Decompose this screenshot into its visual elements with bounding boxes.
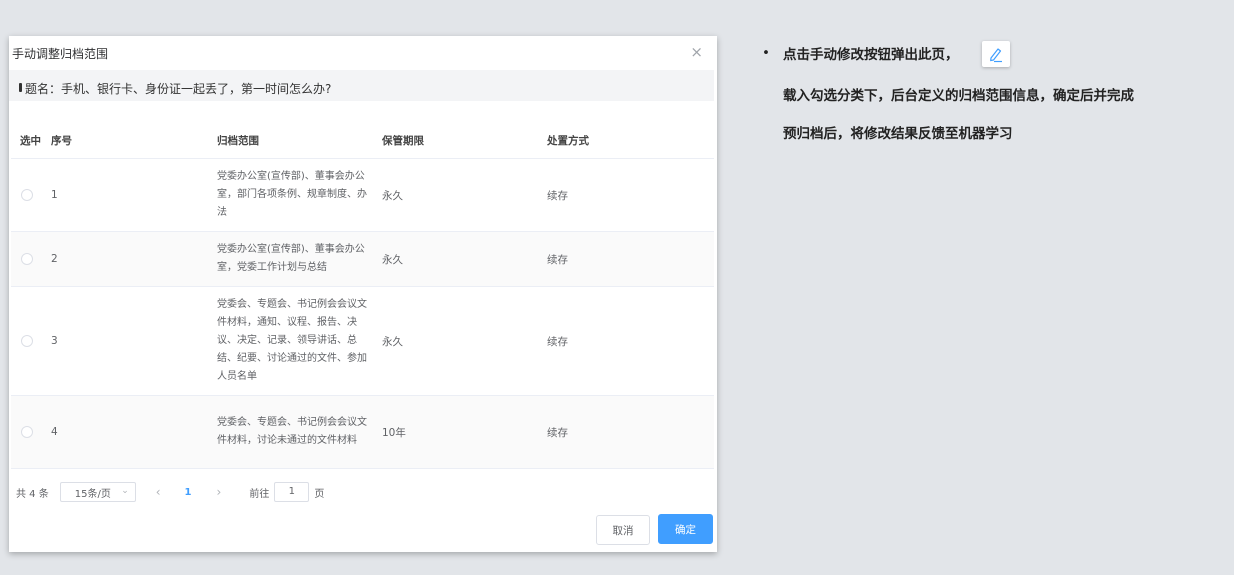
topic-text: 题名：手机、银行卡、身份证一起丢了，第一时间怎么办? bbox=[25, 82, 332, 96]
goto-prefix: 前往 bbox=[249, 488, 270, 500]
confirm-button[interactable]: 确定 bbox=[658, 514, 713, 544]
row-disposal: 续存 bbox=[547, 231, 714, 287]
row-no: 2 bbox=[51, 231, 217, 287]
row-disposal: 续存 bbox=[547, 395, 714, 469]
row-term: 永久 bbox=[382, 231, 547, 287]
row-select-radio[interactable] bbox=[21, 426, 33, 438]
scope-table: 选中 序号 归档范围 保管期限 处置方式 1 党委办公室(宣传部)、董事会办公室… bbox=[11, 123, 714, 469]
note-line-2: 载入勾选分类下，后台定义的归档范围信息，确定后并完成 bbox=[783, 88, 1134, 104]
row-scope: 党委会、专题会、书记例会会议文件材料，通知、议程、报告、决议、决定、记录、领导讲… bbox=[217, 286, 382, 396]
pencil-edit-icon bbox=[990, 48, 1002, 63]
row-no: 3 bbox=[51, 286, 217, 396]
row-term: 永久 bbox=[382, 158, 547, 232]
prev-page-icon[interactable]: ‹ bbox=[156, 485, 161, 499]
col-header-no: 序号 bbox=[51, 123, 217, 159]
close-icon[interactable]: × bbox=[690, 44, 703, 60]
row-no: 1 bbox=[51, 158, 217, 232]
row-disposal: 续存 bbox=[547, 158, 714, 232]
row-select-radio[interactable] bbox=[21, 335, 33, 347]
edit-button-sample[interactable] bbox=[982, 41, 1010, 67]
topic-bar: 题名：手机、银行卡、身份证一起丢了，第一时间怎么办? bbox=[9, 70, 714, 101]
row-term: 10年 bbox=[382, 395, 547, 469]
row-select-radio[interactable] bbox=[21, 189, 33, 201]
archive-scope-dialog: 手动调整归档范围 × 题名：手机、银行卡、身份证一起丢了，第一时间怎么办? 选中… bbox=[9, 36, 717, 552]
table-header-row: 选中 序号 归档范围 保管期限 处置方式 bbox=[11, 123, 714, 159]
total-count: 共 4 条 bbox=[16, 488, 49, 500]
table-row[interactable]: 1 党委办公室(宣传部)、董事会办公室，部门各项条例、规章制度、办法 永久 续存 bbox=[11, 158, 714, 232]
page-size-value: 15条/页 bbox=[74, 488, 111, 500]
col-header-disposal: 处置方式 bbox=[547, 123, 714, 159]
chevron-down-icon: ⌄ bbox=[121, 486, 129, 496]
note-line-1: 点击手动修改按钮弹出此页， bbox=[783, 47, 959, 63]
bullet: • bbox=[762, 45, 770, 61]
topic-marker bbox=[19, 83, 22, 92]
next-page-icon[interactable]: › bbox=[217, 485, 222, 499]
row-scope: 党委办公室(宣传部)、董事会办公室，党委工作计划与总结 bbox=[217, 231, 382, 287]
page-number-current[interactable]: 1 bbox=[185, 487, 192, 498]
row-term: 永久 bbox=[382, 286, 547, 396]
cancel-button[interactable]: 取消 bbox=[596, 515, 650, 545]
table-row[interactable]: 3 党委会、专题会、书记例会会议文件材料，通知、议程、报告、决议、决定、记录、领… bbox=[11, 286, 714, 396]
page-size-select[interactable]: 15条/页 ⌄ bbox=[59, 482, 136, 502]
col-header-select: 选中 bbox=[11, 123, 51, 159]
row-select-radio[interactable] bbox=[21, 253, 33, 265]
col-header-scope: 归档范围 bbox=[217, 123, 382, 159]
row-no: 4 bbox=[51, 395, 217, 469]
row-scope: 党委办公室(宣传部)、董事会办公室，部门各项条例、规章制度、办法 bbox=[217, 158, 382, 232]
note-line-3: 预归档后，将修改结果反馈至机器学习 bbox=[783, 126, 1013, 142]
row-disposal: 续存 bbox=[547, 286, 714, 396]
dialog-title: 手动调整归档范围 bbox=[12, 47, 109, 61]
row-scope: 党委会、专题会、书记例会会议文件材料，讨论未通过的文件材料 bbox=[217, 395, 382, 469]
table-row[interactable]: 2 党委办公室(宣传部)、董事会办公室，党委工作计划与总结 永久 续存 bbox=[11, 231, 714, 287]
col-header-term: 保管期限 bbox=[382, 123, 547, 159]
table-row[interactable]: 4 党委会、专题会、书记例会会议文件材料，讨论未通过的文件材料 10年 续存 bbox=[11, 395, 714, 469]
goto-page-input[interactable]: 1 bbox=[274, 482, 310, 502]
goto-suffix: 页 bbox=[314, 488, 325, 500]
pagination: 共 4 条 15条/页 ⌄ ‹ 1 › 前往 1 页 bbox=[16, 482, 324, 502]
